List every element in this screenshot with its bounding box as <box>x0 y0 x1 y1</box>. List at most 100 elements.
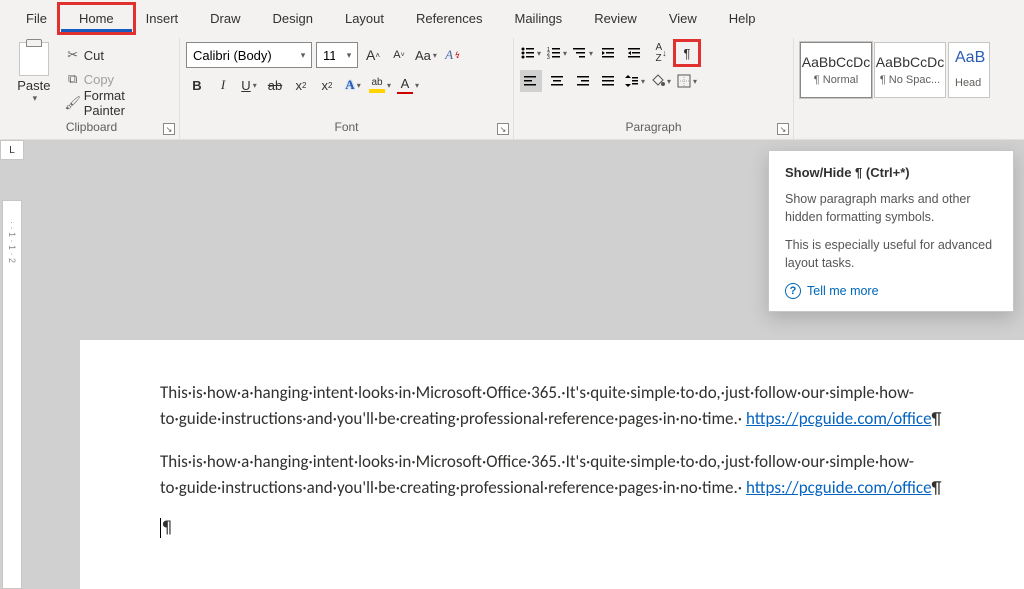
font-color-swatch <box>397 92 413 94</box>
group-clipboard: Paste ▾ ✂Cut ⧉Copy 🖌Format Painter Clipb… <box>4 38 180 139</box>
tooltip-title: Show/Hide ¶ (Ctrl+*) <box>785 165 997 180</box>
shading-button[interactable] <box>650 70 672 92</box>
style-name-label: ¶ Normal <box>814 74 858 86</box>
line-spacing-icon <box>625 75 639 87</box>
highlight-button[interactable]: ab <box>368 74 392 96</box>
tab-help[interactable]: Help <box>713 4 772 33</box>
tab-mailings[interactable]: Mailings <box>499 4 579 33</box>
ruler-corner[interactable]: L <box>0 140 24 160</box>
group-label-styles <box>800 117 990 139</box>
outdent-icon <box>602 46 616 60</box>
text-effects-button[interactable]: A <box>342 74 364 96</box>
cut-button[interactable]: ✂Cut <box>62 44 173 66</box>
style-name-label: ¶ No Spac... <box>880 74 940 86</box>
justify-button[interactable] <box>598 70 620 92</box>
align-right-icon <box>576 75 590 87</box>
tab-insert[interactable]: Insert <box>130 4 195 33</box>
highlight-rect-pilcrow <box>673 39 701 67</box>
style-no-spacing[interactable]: AaBbCcDc ¶ No Spac... <box>874 42 946 98</box>
style-name-label: Head <box>955 77 987 89</box>
align-left-button[interactable] <box>520 70 542 92</box>
hyperlink[interactable]: https://pcguide.com/office <box>746 477 932 498</box>
bold-button[interactable]: B <box>186 74 208 96</box>
numbering-icon: 123 <box>547 46 561 60</box>
italic-button[interactable]: I <box>212 74 234 96</box>
indent-icon <box>628 46 642 60</box>
font-size-combo[interactable]: ▾ <box>316 42 358 68</box>
copy-label: Copy <box>84 72 114 87</box>
highlight-swatch <box>369 89 385 93</box>
copy-button[interactable]: ⧉ Copy <box>62 68 173 90</box>
scissors-icon: ✂ <box>66 48 80 62</box>
group-styles: AaBbCcDc ¶ Normal AaBbCcDc ¶ No Spac... … <box>794 38 996 139</box>
increase-indent-button[interactable] <box>624 42 646 64</box>
subscript-button[interactable]: x2 <box>290 74 312 96</box>
chevron-down-icon: ▾ <box>33 93 38 104</box>
chevron-down-icon[interactable]: ▾ <box>341 50 357 61</box>
paste-button[interactable]: Paste ▾ <box>10 42 58 104</box>
pilcrow-icon: ¶ <box>932 408 942 429</box>
vertical-ruler[interactable]: · · 1 · 1 · 2 <box>2 200 22 589</box>
sort-button[interactable]: AZ↓ <box>650 42 672 64</box>
numbering-button[interactable]: 123 <box>546 42 568 64</box>
superscript-button[interactable]: x2 <box>316 74 338 96</box>
style-sample-label: AaB <box>955 49 987 67</box>
borders-button[interactable] <box>676 70 698 92</box>
launcher-clipboard[interactable]: ↘ <box>163 123 175 135</box>
tab-references[interactable]: References <box>400 4 498 33</box>
font-name-input[interactable] <box>187 48 295 63</box>
align-right-button[interactable] <box>572 70 594 92</box>
bullets-button[interactable] <box>520 42 542 64</box>
borders-icon <box>677 74 691 88</box>
show-hide-button[interactable]: ¶ <box>676 42 698 64</box>
launcher-paragraph[interactable]: ↘ <box>777 123 789 135</box>
chevron-down-icon[interactable]: ▾ <box>295 50 311 61</box>
paragraph-1[interactable]: This·is·how·a·hanging·intent·looks·in·Mi… <box>160 380 944 431</box>
style-sample-label: AaBbCcDc <box>876 54 944 70</box>
style-normal[interactable]: AaBbCcDc ¶ Normal <box>800 42 872 98</box>
multilevel-button[interactable] <box>572 42 594 64</box>
decrease-font-button[interactable]: A˅ <box>388 44 410 66</box>
tab-file[interactable]: File <box>10 4 63 33</box>
align-center-icon <box>550 75 564 87</box>
tab-layout[interactable]: Layout <box>329 4 400 33</box>
tab-draw[interactable]: Draw <box>194 4 256 33</box>
hyperlink[interactable]: https://pcguide.com/office <box>746 408 932 429</box>
decrease-indent-button[interactable] <box>598 42 620 64</box>
paragraph-2[interactable]: This·is·how·a·hanging·intent·looks·in·Mi… <box>160 449 944 500</box>
font-color-button[interactable]: A <box>396 74 420 96</box>
help-icon: ? <box>785 283 801 299</box>
strikethrough-button[interactable]: ab <box>264 74 286 96</box>
group-font: ▾ ▾ A˄ A˅ Aa A↯ B I U ab x2 x2 A ab A Fo… <box>180 38 514 139</box>
tab-review[interactable]: Review <box>578 4 653 33</box>
tab-home[interactable]: Home <box>63 4 130 33</box>
group-paragraph: 123 AZ↓ ¶ Paragraph↘ <box>514 38 794 139</box>
launcher-font[interactable]: ↘ <box>497 123 509 135</box>
tab-active-underline <box>61 29 132 32</box>
tab-view[interactable]: View <box>653 4 713 33</box>
line-spacing-button[interactable] <box>624 70 646 92</box>
align-center-button[interactable] <box>546 70 568 92</box>
svg-text:3: 3 <box>547 55 550 60</box>
bucket-icon <box>651 74 665 88</box>
justify-icon <box>602 75 616 87</box>
tell-me-more-link[interactable]: ?Tell me more <box>785 283 997 299</box>
increase-font-button[interactable]: A˄ <box>362 44 384 66</box>
font-size-input[interactable] <box>317 48 341 63</box>
change-case-button[interactable]: Aa <box>414 44 438 66</box>
copy-icon: ⧉ <box>66 72 80 86</box>
page[interactable]: This·is·how·a·hanging·intent·looks·in·Mi… <box>80 340 1024 589</box>
style-heading1[interactable]: AaB Head <box>948 42 990 98</box>
format-painter-button[interactable]: 🖌Format Painter <box>62 92 173 114</box>
clear-format-button[interactable]: A↯ <box>442 44 464 66</box>
underline-button[interactable]: U <box>238 74 260 96</box>
paintbrush-icon: 🖌 <box>66 96 80 110</box>
tooltip-body1: Show paragraph marks and other hidden fo… <box>785 190 997 226</box>
multilevel-icon <box>573 46 587 60</box>
cursor-pilcrow: ¶ <box>160 518 172 538</box>
tab-design[interactable]: Design <box>257 4 329 33</box>
paste-icon <box>19 42 49 76</box>
font-name-combo[interactable]: ▾ <box>186 42 312 68</box>
empty-paragraph[interactable]: ¶ <box>160 518 944 538</box>
pilcrow-icon: ¶ <box>932 477 942 498</box>
